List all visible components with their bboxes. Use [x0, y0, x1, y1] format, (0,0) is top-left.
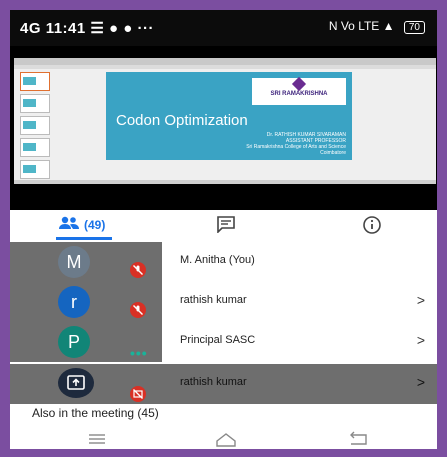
participant-name: rathish kumar — [180, 376, 247, 388]
signal-text: 4G — [20, 20, 42, 37]
phone-screen: 4G 11:41 ☰ ● ● ··· N Vo LTE ▲ 70 SRI RAM… — [10, 10, 437, 449]
slide-thumbnail — [20, 138, 50, 157]
clock: 11:41 — [45, 20, 86, 37]
participant-row[interactable]: P ••• Principal SASC > — [10, 322, 437, 362]
active-tab-indicator — [56, 237, 112, 240]
tab-info[interactable] — [362, 210, 386, 240]
subtitle-line: Coimbatore — [320, 150, 346, 156]
slide-thumbnail — [20, 116, 50, 135]
people-count: (49) — [84, 218, 106, 232]
participant-name: Principal SASC — [180, 334, 256, 346]
tab-chat[interactable] — [216, 210, 240, 240]
chevron-right-icon[interactable]: > — [417, 332, 425, 348]
avatar: r — [58, 286, 90, 318]
system-nav-bar — [10, 429, 437, 449]
recent-apps-icon[interactable] — [86, 431, 108, 449]
mic-off-icon — [130, 302, 146, 318]
presentation-window: SRI RAMAKRISHNA Codon Optimization Dr. R… — [14, 58, 436, 184]
screen-share-off-icon — [130, 386, 146, 402]
chevron-right-icon[interactable]: > — [417, 292, 425, 308]
participant-row-presenting[interactable]: rathish kumar > — [10, 364, 437, 404]
slide-thumbnail — [20, 94, 50, 113]
back-icon[interactable] — [346, 431, 370, 449]
participant-row[interactable]: M M. Anitha (You) — [10, 242, 437, 282]
slide-subtitle: Dr. RATHISH KUMAR SIVARAMAN ASSISTANT PR… — [246, 132, 346, 156]
slide-thumbnails — [16, 72, 52, 182]
slide-thumbnail — [20, 72, 50, 91]
participant-name: M. Anitha (You) — [180, 254, 255, 266]
people-icon — [58, 216, 80, 235]
mic-off-icon — [130, 262, 146, 278]
status-left: 4G 11:41 ☰ ● ● ··· — [20, 19, 154, 37]
meeting-tabs: (49) — [10, 210, 437, 240]
shared-screen[interactable]: SRI RAMAKRISHNA Codon Optimization Dr. R… — [10, 46, 437, 210]
avatar: M — [58, 246, 90, 278]
avatar: P — [58, 326, 90, 358]
status-right: N Vo LTE ▲ 70 — [323, 19, 425, 34]
slide-title: Codon Optimization — [116, 112, 248, 129]
slide-thumbnail — [20, 160, 50, 179]
network-icons: N Vo LTE ▲ — [328, 19, 395, 33]
home-icon[interactable] — [214, 431, 238, 449]
ppt-statusbar — [14, 180, 436, 184]
battery-icon: 70 — [403, 21, 425, 34]
participant-row[interactable]: r rathish kumar > — [10, 282, 437, 322]
current-slide: SRI RAMAKRISHNA Codon Optimization Dr. R… — [106, 72, 352, 160]
also-in-meeting-heading: Also in the meeting (45) — [32, 406, 159, 420]
ppt-ribbon — [14, 58, 436, 65]
college-logo: SRI RAMAKRISHNA — [252, 76, 346, 105]
participant-name: rathish kumar — [180, 294, 247, 306]
status-bar: 4G 11:41 ☰ ● ● ··· N Vo LTE ▲ 70 — [10, 10, 437, 46]
notification-icons: ☰ ● ● ··· — [90, 20, 154, 37]
participant-list: M M. Anitha (You) r rathish kumar > P ••… — [10, 242, 437, 429]
speaking-dots-icon: ••• — [130, 345, 148, 361]
logo-text: SRI RAMAKRISHNA — [270, 91, 328, 97]
chevron-right-icon[interactable]: > — [417, 374, 425, 390]
ppt-toolbar — [14, 65, 436, 69]
presenting-avatar — [58, 368, 94, 398]
tab-people[interactable]: (49) — [56, 210, 112, 240]
logo-mark — [291, 76, 307, 92]
